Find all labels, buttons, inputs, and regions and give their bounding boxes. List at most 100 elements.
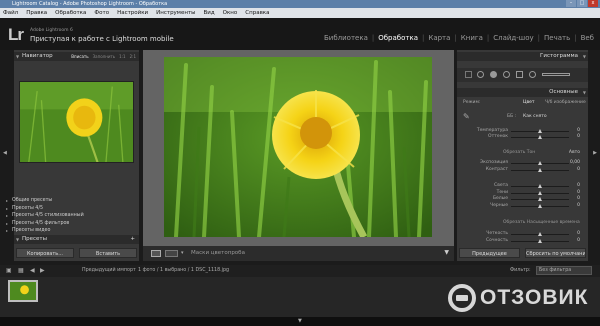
preset-folder[interactable]: Пресеты 4/5 стилизованный	[6, 212, 121, 220]
softproof-label[interactable]: Маски цветопроба	[191, 250, 245, 256]
filmstrip-header: ▣ ▦ ◀ ▶ Предыдущий импорт 1 фото / 1 выб…	[0, 265, 600, 277]
slider-knob[interactable]	[538, 239, 542, 243]
slider-knob[interactable]	[538, 204, 542, 208]
slider-row[interactable]: Черные 0	[457, 203, 588, 209]
zoom-fill[interactable]: Заполнить	[93, 52, 116, 61]
left-panel-toggle-icon[interactable]: ◀	[3, 150, 7, 156]
identity-mobile-link[interactable]: Приступая к работе с Lightroom mobile	[30, 35, 174, 43]
main-photo[interactable]	[164, 57, 432, 237]
slider-row[interactable]: Контраст 0	[457, 167, 588, 173]
bottom-panel-toggle-icon[interactable]: ▼	[298, 318, 302, 324]
filmstrip-thumbnail[interactable]	[8, 280, 38, 302]
slider-knob[interactable]	[538, 184, 542, 188]
slider-row[interactable]: Оттенок 0	[457, 134, 588, 140]
menu-settings[interactable]: Настройки	[117, 8, 148, 18]
slider-label: Экспозиция	[479, 160, 508, 165]
slider-value: 0	[577, 231, 580, 236]
grid-view-icon[interactable]: ▦	[18, 267, 24, 274]
crop-icon[interactable]	[477, 71, 484, 78]
slider-value: 0	[577, 134, 580, 139]
menu-view[interactable]: Вид	[203, 8, 214, 18]
module-slideshow[interactable]: Слайд-шоу	[489, 34, 537, 42]
treatment-color[interactable]: Цвет	[523, 100, 535, 105]
slider-value: 0	[577, 183, 580, 188]
before-after-button[interactable]	[165, 250, 178, 257]
paste-button[interactable]: Вставить	[79, 248, 137, 258]
right-panel-toggle-icon[interactable]: ▶	[593, 150, 597, 156]
menu-edit[interactable]: Правка	[26, 8, 47, 18]
module-web[interactable]: Веб	[577, 34, 598, 42]
previous-button[interactable]: Предыдущее	[459, 248, 520, 258]
close-button[interactable]: x	[588, 0, 598, 7]
module-develop[interactable]: Обработка	[374, 34, 422, 42]
slider-value: 0	[577, 190, 580, 195]
maximize-button[interactable]: □	[577, 0, 587, 7]
reset-button[interactable]: Сбросить по умолчанию	[525, 248, 586, 258]
module-book[interactable]: Книга	[457, 34, 487, 42]
slider-row[interactable]: Экспозиция 0,00	[457, 160, 588, 166]
chevron-down-icon[interactable]: ▾	[181, 250, 184, 256]
treatment-bw[interactable]: Ч/б изображение	[545, 100, 586, 105]
slider-value: Авто	[568, 150, 580, 155]
presets-header[interactable]: ▼ Пресеты +	[14, 235, 139, 244]
navigator-title: Навигатор	[22, 53, 53, 59]
slider-label: Четкость	[486, 231, 508, 236]
menu-photo[interactable]: Фото	[94, 8, 109, 18]
copy-button[interactable]: Копировать...	[16, 248, 74, 258]
minimize-button[interactable]: –	[566, 0, 576, 7]
preset-folder[interactable]: Общие пресеты	[6, 197, 121, 205]
canvas-toolbar: ▾ Маски цветопроба ▼	[143, 246, 454, 261]
spot-removal-icon[interactable]	[490, 71, 497, 78]
redeye-icon[interactable]	[503, 71, 510, 78]
loupe-view-button[interactable]	[151, 250, 161, 257]
prev-arrow-icon[interactable]: ◀	[30, 267, 35, 274]
eyedropper-icon[interactable]: ✎	[463, 112, 470, 121]
slider-row[interactable]: Белые 0	[457, 196, 588, 202]
menu-file[interactable]: Файл	[3, 8, 18, 18]
brush-slider[interactable]	[542, 73, 570, 76]
preset-folder[interactable]: Пресеты 4/5 фильтров	[6, 220, 121, 228]
slider-knob[interactable]	[538, 168, 542, 172]
add-preset-button[interactable]: +	[130, 235, 135, 244]
preset-folder[interactable]: Пресеты видео	[6, 227, 121, 235]
navigator-preview[interactable]	[19, 81, 134, 163]
thumbnail-photo	[10, 282, 36, 300]
module-library[interactable]: Библиотека	[320, 34, 372, 42]
slider-row[interactable]: Света 0	[457, 183, 588, 189]
slider-knob[interactable]	[538, 129, 542, 133]
menu-develop[interactable]: Обработка	[55, 8, 86, 18]
histogram-header[interactable]: Гистограмма ▼	[457, 52, 588, 61]
filter-label: Фильтр:	[510, 268, 531, 273]
zoom-fit[interactable]: Вписать	[71, 52, 88, 61]
menu-window[interactable]: Окно	[223, 8, 238, 18]
wb-label: ББ :	[507, 114, 517, 119]
menu-help[interactable]: Справка	[245, 8, 269, 18]
slider-row[interactable]: Четкость 0	[457, 231, 588, 237]
source-label[interactable]: Предыдущий импорт	[82, 268, 136, 273]
left-buttons: Копировать... Вставить	[14, 248, 139, 258]
navigator-header[interactable]: ▼ Навигатор Вписать Заполнить 1:1 2:1	[14, 52, 139, 61]
module-print[interactable]: Печать	[540, 34, 574, 42]
zoom-1to1[interactable]: 1:1	[119, 52, 125, 61]
zoom-2to1[interactable]: 2:1	[130, 52, 136, 61]
monitor-icon[interactable]: ▣	[6, 267, 12, 274]
slider-knob[interactable]	[538, 135, 542, 139]
toolbar-menu-button[interactable]: ▼	[444, 249, 449, 256]
slider-row[interactable]: Сочность 0	[457, 238, 588, 244]
slider-knob[interactable]	[538, 197, 542, 201]
filter-select[interactable]: Без фильтра	[536, 266, 592, 275]
graduated-filter-icon[interactable]	[516, 71, 523, 78]
next-arrow-icon[interactable]: ▶	[40, 267, 45, 274]
slider-knob[interactable]	[538, 232, 542, 236]
radial-filter-icon[interactable]	[529, 71, 536, 78]
menu-tools[interactable]: Инструменты	[156, 8, 195, 18]
slider-knob[interactable]	[538, 161, 542, 165]
preset-folder[interactable]: Пресеты 4/5	[6, 205, 121, 213]
slider-knob[interactable]	[538, 191, 542, 195]
module-map[interactable]: Карта	[424, 34, 454, 42]
slider-label: Сочность	[486, 238, 508, 243]
basic-header[interactable]: Основные ▼	[457, 88, 588, 97]
slider-value: 0	[577, 196, 580, 201]
grid-icon[interactable]	[465, 71, 472, 78]
wb-value[interactable]: Как снято	[523, 114, 547, 119]
